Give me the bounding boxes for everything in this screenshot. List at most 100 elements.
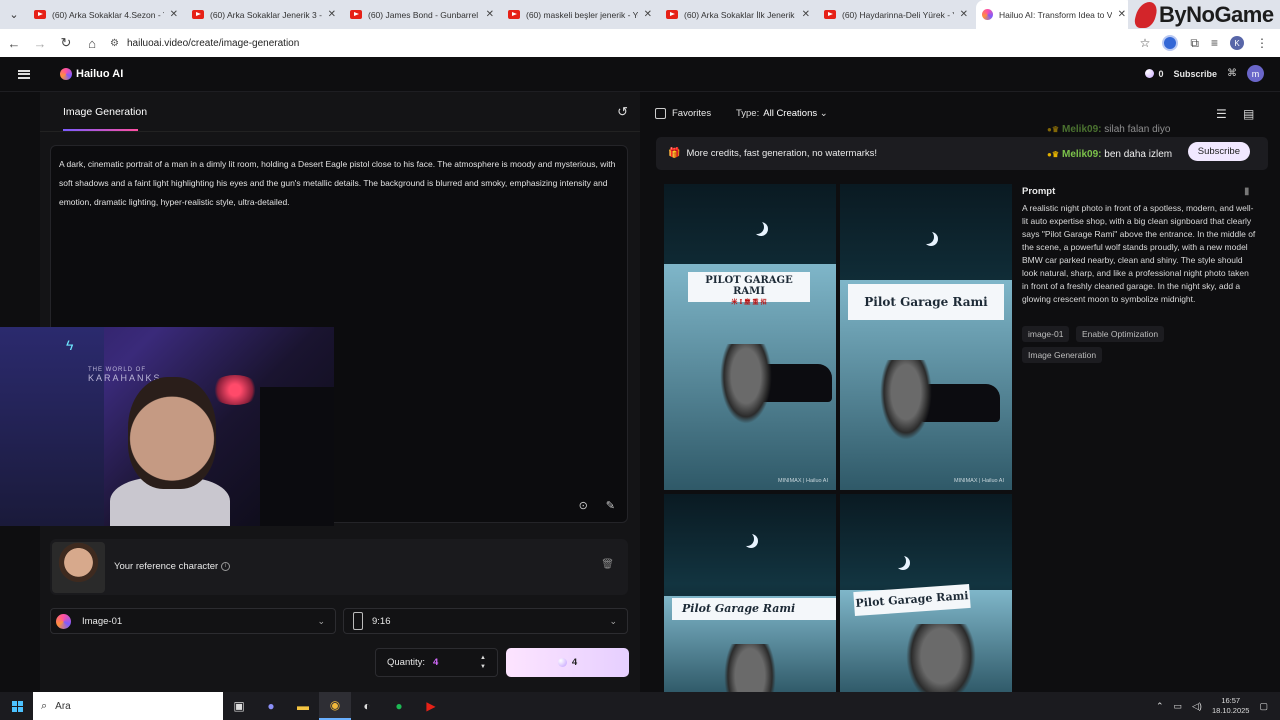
quantity-stepper[interactable]: Quantity: 4 ▲ ▼ (375, 648, 498, 677)
bookmark-star-icon[interactable]: ☆ (1140, 36, 1151, 50)
profile-avatar[interactable]: K (1230, 36, 1244, 50)
wolf (906, 624, 976, 694)
home-icon[interactable]: ⌂ (80, 36, 104, 51)
browser-tab[interactable]: (60) Arka Sokaklar İlk Jenerik - ✕ (660, 0, 818, 29)
reference-character-image[interactable] (52, 542, 105, 593)
model-select[interactable]: Image-01 ⌄ (50, 608, 336, 634)
optimize-icon[interactable]: ✎ (606, 499, 615, 512)
chat-message: ●♛ Melik09: ben daha izlem (1047, 149, 1173, 160)
stepper-arrows-icon[interactable]: ▲ ▼ (480, 654, 486, 672)
browser-tab[interactable]: (60) James Bond - Gunbarrel Se ✕ (344, 0, 502, 29)
close-tab-icon[interactable]: ✕ (1118, 9, 1126, 20)
browser-tab[interactable]: (60) Haydarinna-Deli Yürek - You✕ (818, 0, 976, 29)
reference-character-card[interactable]: Your reference character i 🗑 (50, 539, 628, 595)
detail-view-icon[interactable]: ▤ (1243, 107, 1254, 121)
clock[interactable]: 16:57 18.10.2025 (1212, 696, 1250, 716)
url-field[interactable]: ⚙ hailuoai.video/create/image-generation (110, 32, 1140, 54)
info-icon[interactable]: i (221, 561, 231, 571)
spotify-icon[interactable]: ● (383, 692, 415, 720)
close-tab-icon[interactable]: ✕ (802, 9, 810, 20)
promo-subscribe-button[interactable]: Subscribe (1187, 142, 1250, 161)
subscribe-link[interactable]: Subscribe (1173, 69, 1217, 79)
windows-start-icon[interactable] (12, 700, 23, 712)
youtube-icon (824, 10, 836, 19)
site-info-icon[interactable]: ⚙ (110, 38, 119, 49)
search-icon: ⌕ (41, 699, 48, 712)
hailuo-logo-icon (60, 68, 72, 80)
favorites-filter[interactable]: Favorites (655, 108, 711, 119)
address-bar: ← → ↻ ⌂ ⚙ hailuoai.video/create/image-ge… (0, 29, 1280, 57)
generated-image[interactable]: PILOT GARAGE RAMI 米 I 塵 重 招 MINIMAX | Ha… (664, 184, 836, 490)
moon-icon (740, 532, 754, 546)
aspect-ratio-select[interactable]: 9:16 ⌄ (343, 608, 628, 634)
generated-image[interactable]: Pilot Garage Rami MINIMAX | Hailuo AI (840, 184, 1012, 490)
close-tab-icon[interactable]: ✕ (960, 9, 968, 20)
app-header: Hailuo AI 0 Subscribe ⌘ m (0, 57, 1280, 92)
generated-image[interactable]: Pilot Garage Rami (840, 494, 1012, 694)
delete-icon[interactable]: 🗑 (601, 559, 614, 570)
back-icon[interactable]: ← (2, 36, 26, 51)
portrait-ratio-icon (353, 612, 363, 630)
wolf (720, 344, 772, 424)
task-view-icon[interactable]: ▣ (223, 692, 255, 720)
youtube-icon (350, 10, 362, 19)
neon-lips-sign (210, 375, 260, 405)
lightbulb-icon[interactable]: ⊙ (579, 499, 588, 512)
streamer-face (128, 377, 216, 489)
credit-icon (1145, 69, 1155, 78)
extensions-puzzle-icon[interactable]: ⧉ (1190, 36, 1199, 51)
menu-icon[interactable] (18, 69, 30, 79)
promo-banner: 🎁 More credits, fast generation, no wate… (656, 137, 1268, 170)
user-avatar[interactable]: m (1247, 65, 1264, 82)
gift-icon[interactable]: ⌘ (1227, 68, 1237, 79)
reset-icon[interactable]: ↺ (617, 104, 628, 120)
list-view-icon[interactable]: ☰ (1216, 107, 1227, 121)
wolf (880, 360, 932, 440)
gift-icon: 🎁 (668, 148, 681, 159)
close-tab-icon[interactable]: ✕ (486, 9, 494, 20)
tab-image-generation[interactable]: Image Generation (63, 106, 147, 118)
forward-icon[interactable]: → (28, 36, 52, 51)
tray-chevron-icon[interactable]: ⌃ (1156, 701, 1164, 712)
generated-image[interactable]: Pilot Garage Rami (664, 494, 836, 694)
webcam-overlay: ϟ THE WORLD OF KARAHANKS (0, 327, 334, 526)
neon-bolt-icon: ϟ (66, 337, 74, 353)
browser-tab-active[interactable]: Hailuo AI: Transform Idea to Vi ✕ (976, 0, 1134, 29)
prompt-text[interactable]: A dark, cinematic portrait of a man in a… (59, 155, 619, 212)
chrome-icon[interactable]: ◉ (319, 692, 351, 720)
chevron-down-icon: ⌄ (819, 108, 828, 119)
volume-icon[interactable]: ◁) (1192, 701, 1202, 712)
discord-icon[interactable]: ● (255, 692, 287, 720)
car (920, 384, 1000, 422)
credits-counter[interactable]: 0 (1145, 69, 1163, 79)
gaming-chair (260, 387, 334, 526)
close-tab-icon[interactable]: ✕ (328, 9, 336, 20)
brand-logo[interactable]: Hailuo AI (60, 68, 123, 80)
youtube-app-icon[interactable]: ▶ (415, 692, 447, 720)
tag-chip: Enable Optimization (1076, 326, 1165, 342)
reference-label: Your reference character (114, 561, 219, 572)
taskbar-search[interactable]: ⌕ Ara (33, 692, 223, 720)
generate-button[interactable]: 4 (506, 648, 629, 677)
hailuo-favicon-icon (982, 9, 993, 20)
tab-search-button[interactable]: ⌄ (0, 0, 28, 29)
browser-tab[interactable]: (60) maskeli beşler jenerik - Yo ✕ (502, 0, 660, 29)
youtube-icon (192, 10, 204, 19)
obs-icon[interactable]: ◐ (351, 692, 383, 720)
file-explorer-icon[interactable]: ▬ (287, 692, 319, 720)
quantity-value: 4 (433, 657, 439, 668)
close-tab-icon[interactable]: ✕ (644, 9, 652, 20)
browser-tab[interactable]: (60) Arka Sokaklar Jenerik 3 - Y ✕ (186, 0, 344, 29)
panel-header: Image Generation ↺ (40, 92, 640, 132)
copy-icon[interactable]: ▮ (1244, 186, 1250, 197)
notification-icon[interactable]: ▢ (1259, 701, 1268, 712)
type-filter[interactable]: Type: All Creations ⌄ (736, 108, 828, 119)
network-icon[interactable]: ▭ (1174, 701, 1183, 712)
extension-icon[interactable] (1162, 35, 1179, 51)
favorites-checkbox[interactable] (655, 108, 666, 119)
reload-icon[interactable]: ↻ (54, 35, 78, 51)
close-tab-icon[interactable]: ✕ (170, 9, 178, 20)
reading-list-icon[interactable]: ≡ (1211, 36, 1218, 50)
browser-menu-icon[interactable]: ⋮ (1256, 36, 1268, 50)
browser-tab[interactable]: (60) Arka Sokaklar 4.Sezon - Yo ✕ (28, 0, 186, 29)
